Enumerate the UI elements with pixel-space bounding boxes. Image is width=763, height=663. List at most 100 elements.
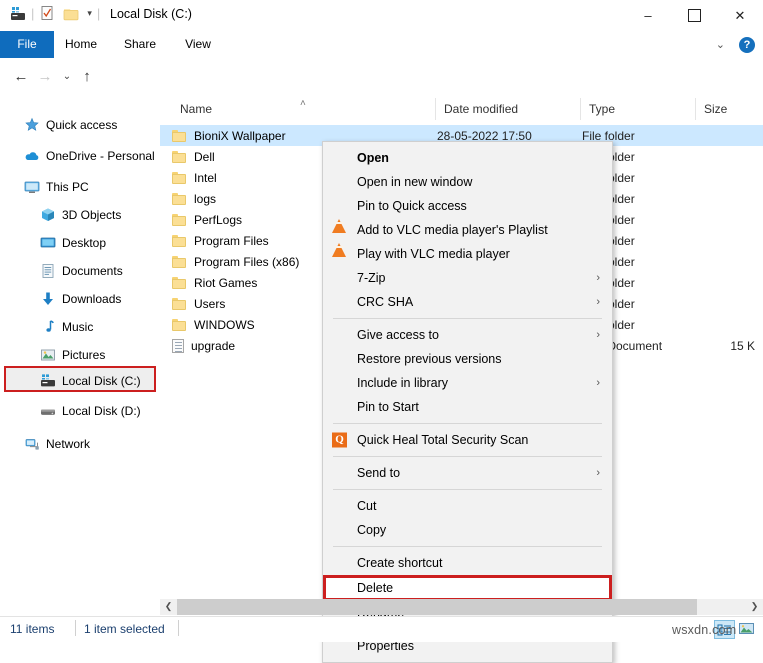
menu-item-restore-previous-versions[interactable]: Restore previous versions xyxy=(323,347,612,371)
ribbon-tab-bar: File Home Share View ⌄ ? xyxy=(0,31,763,59)
document-icon xyxy=(172,339,184,353)
customize-chevron-icon[interactable]: ▾ xyxy=(87,8,92,19)
chevron-right-icon: › xyxy=(596,272,600,284)
sidebar-label: OneDrive - Personal xyxy=(46,149,155,163)
file-name-cell[interactable]: Riot Games xyxy=(172,276,257,290)
quickheal-icon: Q xyxy=(332,433,347,448)
sidebar-item-local-disk-c[interactable]: Local Disk (C:) xyxy=(40,370,141,392)
column-header-date-modified[interactable]: Date modified xyxy=(435,98,580,120)
sidebar-item-3d-objects[interactable]: 3D Objects xyxy=(40,204,121,226)
folder-icon xyxy=(172,297,187,310)
menu-item-copy[interactable]: Copy xyxy=(323,518,612,542)
chevron-right-icon: › xyxy=(596,296,600,308)
sidebar-item-music[interactable]: Music xyxy=(40,316,93,338)
downloads-icon xyxy=(40,291,56,307)
menu-item-give-access-to[interactable]: Give access to › xyxy=(323,323,612,347)
menu-item-include-in-library[interactable]: Include in library › xyxy=(323,371,612,395)
menu-item-play-with-vlc[interactable]: Play with VLC media player xyxy=(323,242,612,266)
recent-locations-icon[interactable]: ⌄ xyxy=(56,66,78,88)
menu-item-pin-to-quick-access[interactable]: Pin to Quick access xyxy=(323,194,612,218)
menu-item-open[interactable]: Open xyxy=(323,146,612,170)
tab-view[interactable]: View xyxy=(174,31,222,58)
scrollbar-thumb[interactable] xyxy=(177,599,697,615)
maximize-button[interactable] xyxy=(671,0,717,31)
tab-file[interactable]: File xyxy=(0,31,54,58)
tab-home[interactable]: Home xyxy=(56,31,106,58)
menu-item-label: CRC SHA xyxy=(357,295,413,309)
back-button[interactable]: ← xyxy=(10,66,32,88)
sidebar-item-desktop[interactable]: Desktop xyxy=(40,232,106,254)
menu-item-crc-sha[interactable]: CRC SHA › xyxy=(323,290,612,314)
sidebar-item-onedrive[interactable]: OneDrive - Personal xyxy=(24,145,155,167)
menu-separator xyxy=(333,489,602,490)
computer-icon xyxy=(24,179,40,195)
horizontal-scrollbar[interactable]: ❮ ❯ xyxy=(160,599,763,615)
folder-icon xyxy=(172,150,187,163)
context-menu: Open Open in new window Pin to Quick acc… xyxy=(322,141,613,663)
pictures-icon xyxy=(40,347,56,363)
chevron-down-icon[interactable]: ⌄ xyxy=(716,38,725,51)
sidebar-label: Network xyxy=(46,437,90,451)
sidebar-item-local-disk-d[interactable]: Local Disk (D:) xyxy=(40,400,141,422)
file-name-label: PerfLogs xyxy=(194,213,242,227)
menu-item-label: Send to xyxy=(357,466,400,480)
sidebar-item-pictures[interactable]: Pictures xyxy=(40,344,105,366)
chevron-right-icon: › xyxy=(596,377,600,389)
quick-access-toolbar[interactable]: | ▾ | xyxy=(10,6,105,21)
menu-item-cut[interactable]: Cut xyxy=(323,494,612,518)
desktop-icon xyxy=(40,235,56,251)
menu-item-7-zip[interactable]: 7-Zip › xyxy=(323,266,612,290)
file-name-cell[interactable]: Program Files (x86) xyxy=(172,255,299,269)
menu-item-create-shortcut[interactable]: Create shortcut xyxy=(323,551,612,575)
drive-icon xyxy=(10,7,26,21)
3d-objects-icon xyxy=(40,207,56,223)
menu-item-quick-heal-scan[interactable]: Q Quick Heal Total Security Scan xyxy=(323,428,612,452)
file-size-cell: 15 K xyxy=(695,339,755,353)
help-icon[interactable]: ? xyxy=(739,37,755,53)
sidebar-item-downloads[interactable]: Downloads xyxy=(40,288,121,310)
properties-icon[interactable] xyxy=(39,6,55,21)
close-button[interactable]: ✕ xyxy=(717,0,763,31)
menu-item-open-in-new-window[interactable]: Open in new window xyxy=(323,170,612,194)
column-header-type[interactable]: Type xyxy=(580,98,695,120)
folder-icon xyxy=(172,234,187,247)
file-name-cell[interactable]: Intel xyxy=(172,171,217,185)
sidebar-label: Pictures xyxy=(62,348,105,362)
forward-button[interactable]: → xyxy=(34,66,56,88)
minimize-button[interactable]: – xyxy=(625,0,671,31)
sidebar-label: Local Disk (D:) xyxy=(62,404,141,418)
file-name-cell[interactable]: Program Files xyxy=(172,234,269,248)
folder-icon xyxy=(172,213,187,226)
column-header-size[interactable]: Size xyxy=(695,98,763,120)
sidebar-item-this-pc[interactable]: This PC xyxy=(24,176,89,198)
menu-item-delete[interactable]: Delete xyxy=(323,575,612,601)
file-name-cell[interactable]: WINDOWS xyxy=(172,318,255,332)
folder-icon xyxy=(172,129,187,142)
file-name-cell[interactable]: Users xyxy=(172,297,225,311)
tab-share[interactable]: Share xyxy=(114,31,166,58)
sidebar-item-network[interactable]: Network xyxy=(24,433,90,455)
file-name-cell[interactable]: Dell xyxy=(172,150,215,164)
qat-divider-1: | xyxy=(31,7,34,20)
file-name-cell[interactable]: logs xyxy=(172,192,216,206)
sidebar-item-documents[interactable]: Documents xyxy=(40,260,123,282)
scroll-left-button[interactable]: ❮ xyxy=(160,599,177,615)
menu-item-pin-to-start[interactable]: Pin to Start xyxy=(323,395,612,419)
documents-icon xyxy=(40,263,56,279)
folder-icon xyxy=(172,276,187,289)
large-icons-view-button[interactable] xyxy=(737,620,758,639)
qat-divider-2: | xyxy=(97,7,100,20)
new-folder-icon[interactable] xyxy=(63,7,80,21)
scroll-right-button[interactable]: ❯ xyxy=(746,599,763,615)
folder-icon xyxy=(172,255,187,268)
menu-item-send-to[interactable]: Send to › xyxy=(323,461,612,485)
file-name-cell[interactable]: upgrade xyxy=(172,339,235,353)
file-name-cell[interactable]: PerfLogs xyxy=(172,213,242,227)
file-name-cell[interactable]: BioniX Wallpaper xyxy=(172,129,286,143)
up-button[interactable]: ↑ xyxy=(76,66,98,88)
menu-item-add-to-vlc-playlist[interactable]: Add to VLC media player's Playlist xyxy=(323,218,612,242)
status-selection-info: 1 item selected xyxy=(84,622,165,636)
sidebar-item-quick-access[interactable]: Quick access xyxy=(24,114,117,136)
drive-icon xyxy=(40,373,56,389)
sidebar-label: Quick access xyxy=(46,118,117,132)
